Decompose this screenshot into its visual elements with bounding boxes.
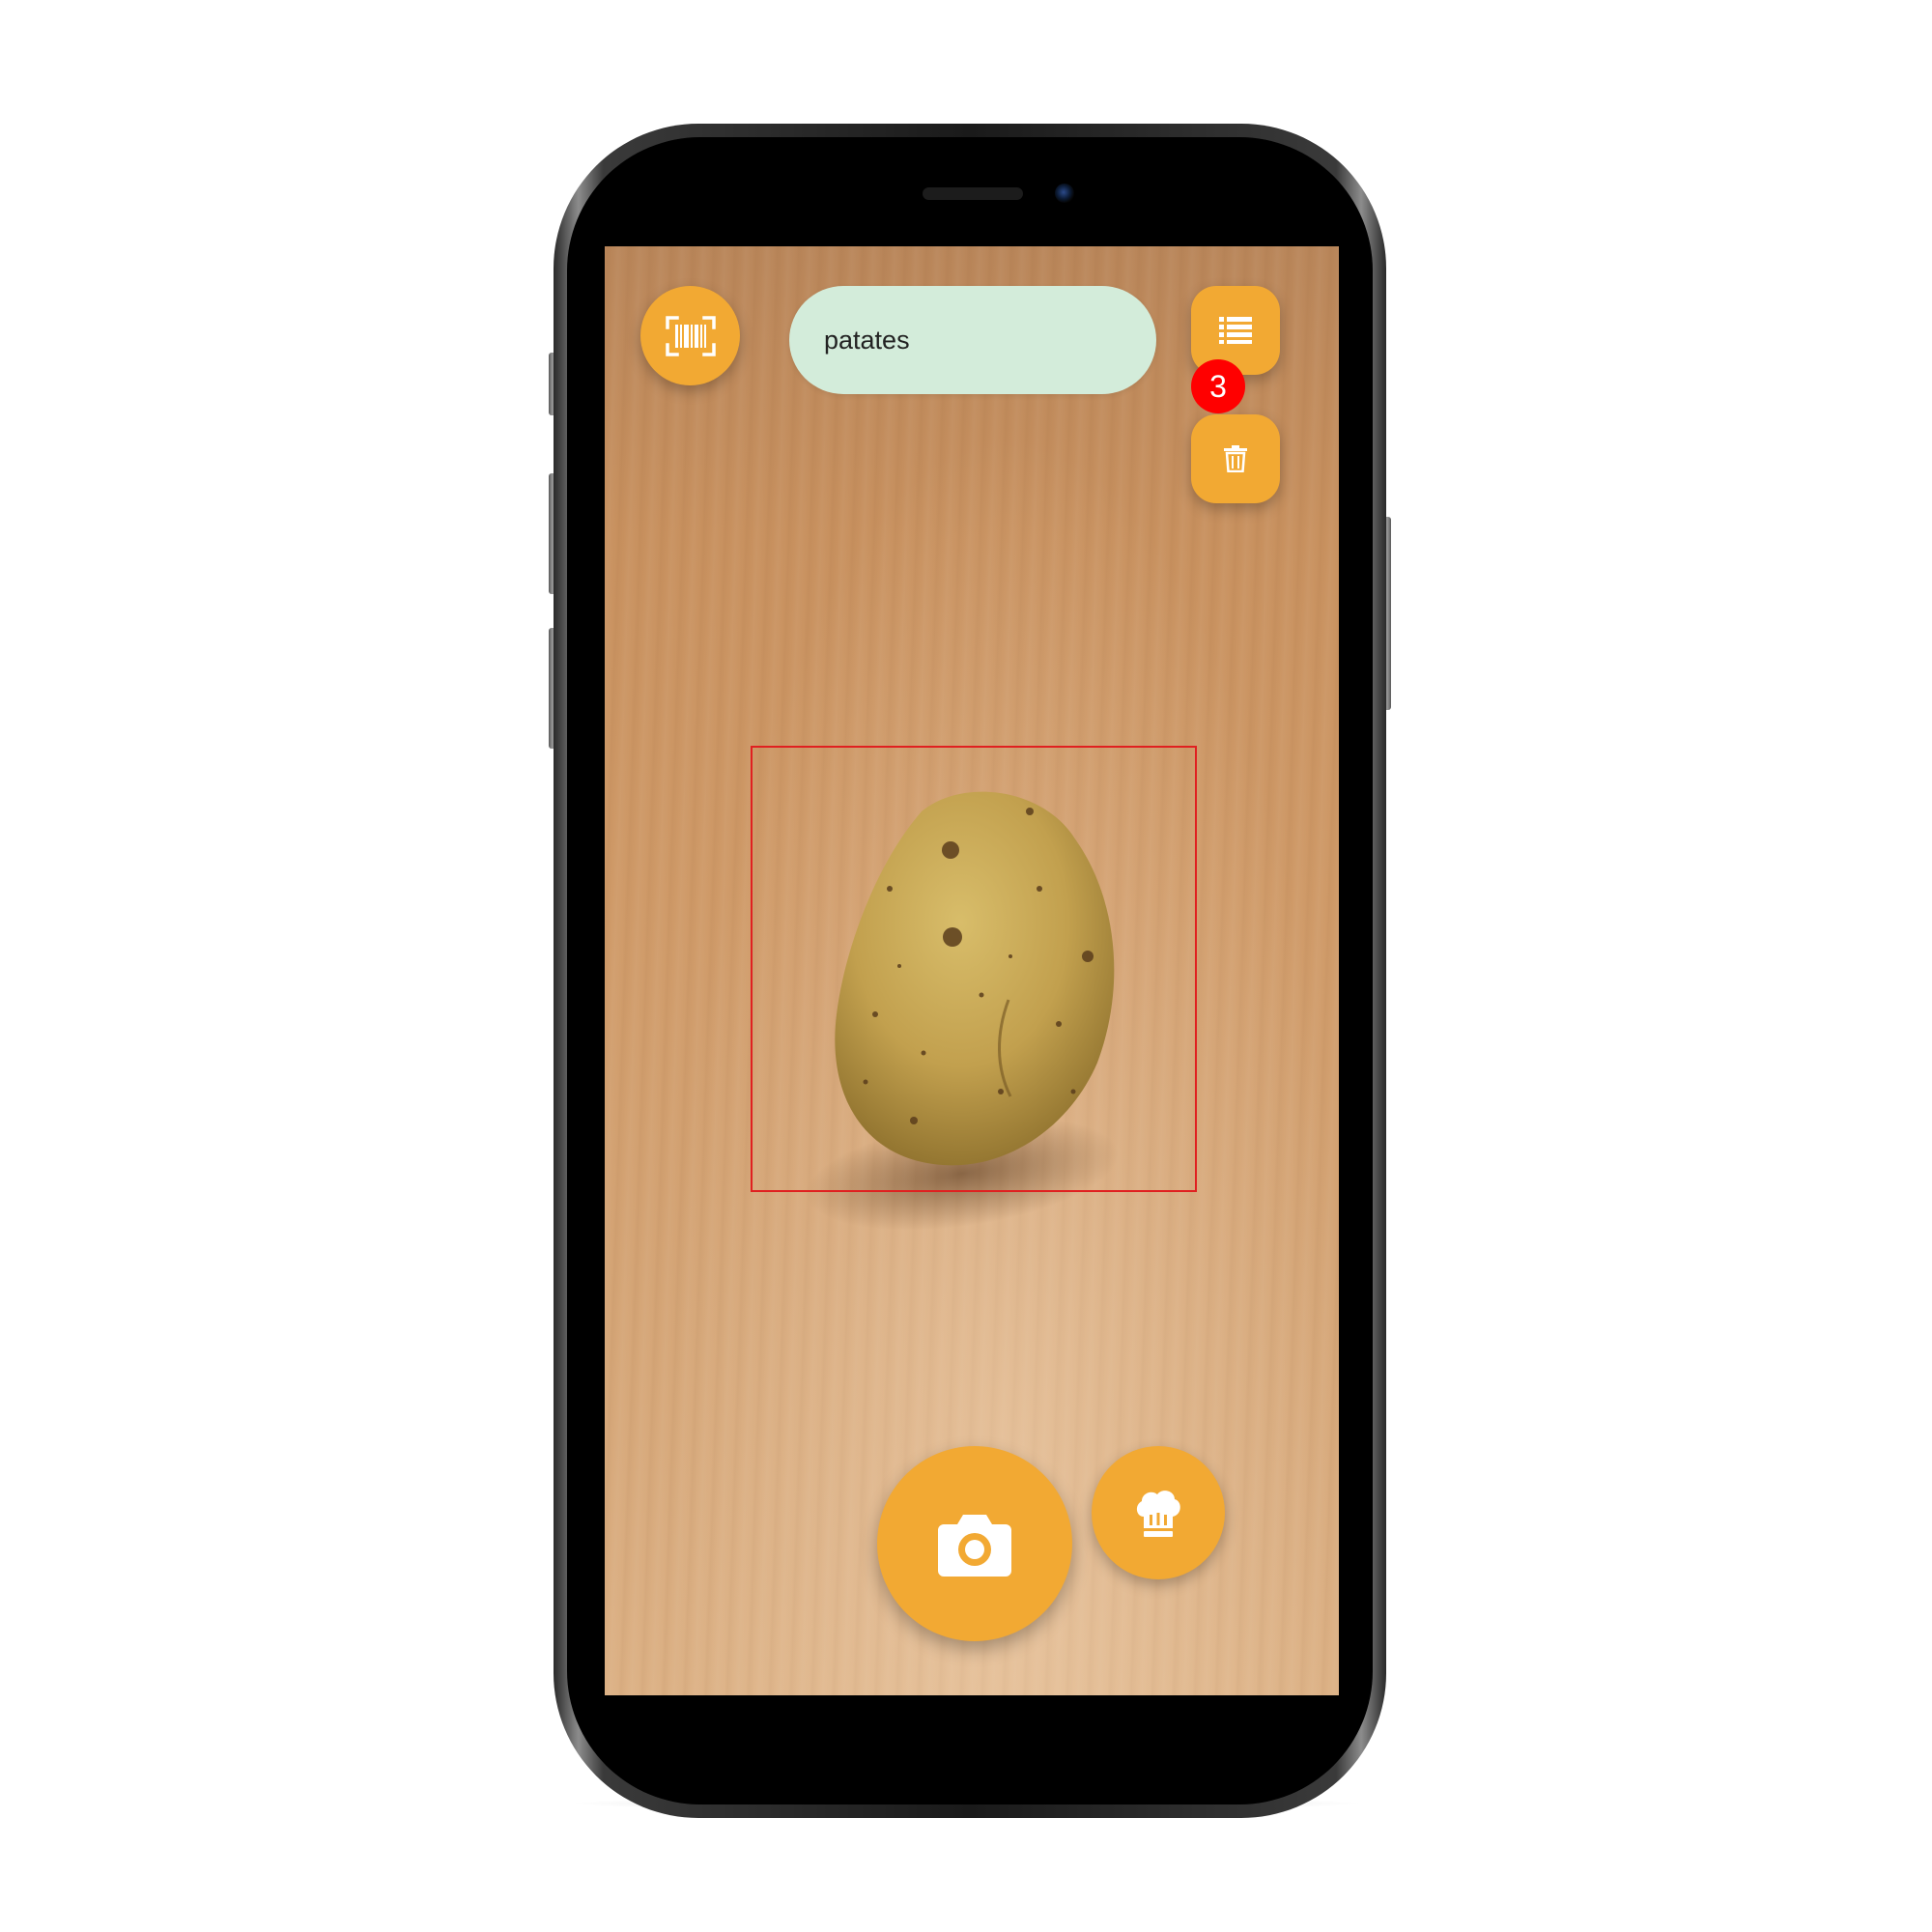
earpiece-speaker [923, 187, 1023, 200]
search-input[interactable]: patates [789, 286, 1156, 394]
delete-button[interactable] [1191, 414, 1280, 503]
chef-hat-icon [1136, 1491, 1180, 1537]
camera-icon [938, 1515, 1011, 1577]
barcode-scan-button[interactable] [640, 286, 740, 385]
stage: patates 3 [0, 0, 1932, 1932]
detection-bounding-box [751, 746, 1197, 1192]
shopping-list-button[interactable] [1191, 286, 1280, 375]
front-camera [1055, 184, 1074, 203]
recipes-button[interactable] [1092, 1446, 1225, 1579]
camera-viewfinder[interactable]: patates 3 [605, 246, 1339, 1695]
barcode-scan-icon [665, 315, 716, 356]
trash-icon [1224, 445, 1247, 472]
search-input-value: patates [824, 325, 910, 355]
list-icon [1219, 317, 1252, 344]
list-count-badge: 3 [1191, 359, 1245, 413]
capture-photo-button[interactable] [877, 1446, 1072, 1641]
